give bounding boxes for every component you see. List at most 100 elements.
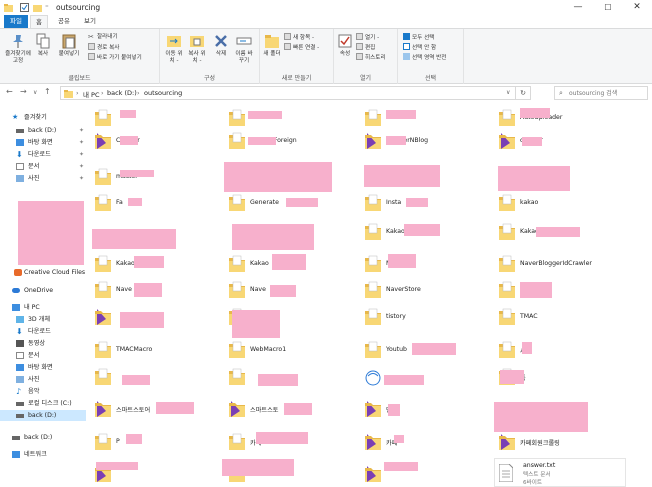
properties-icon[interactable]: [20, 3, 29, 12]
folder-item[interactable]: Insta: [364, 192, 494, 216]
minimize-button[interactable]: —: [563, 0, 593, 15]
folder-item[interactable]: TMACMacro: [94, 339, 224, 363]
nav-quick-desktop[interactable]: 바탕 화면 ✦: [0, 137, 86, 148]
file-name: answer.txt: [523, 462, 556, 469]
address-bar[interactable]: › 내 PC › back (D:) › outsourcing ∨: [60, 86, 516, 100]
tab-home[interactable]: 홈: [30, 15, 48, 28]
copy-to-button[interactable]: 복사 위치 -: [187, 33, 207, 65]
tab-view[interactable]: 보기: [80, 15, 100, 28]
search-box[interactable]: ⌕: [554, 86, 648, 100]
folder-item[interactable]: master: [94, 166, 224, 190]
nav-onedrive[interactable]: OneDrive: [0, 285, 86, 296]
tab-share[interactable]: 공유: [54, 15, 74, 28]
recent-locations-button[interactable]: ∨: [33, 89, 37, 96]
folder-item[interactable]: Macro: [364, 253, 494, 277]
invert-selection-button[interactable]: 선택 영역 반전: [403, 53, 446, 62]
tab-file[interactable]: 파일: [4, 15, 28, 28]
nav-documents[interactable]: 문서: [0, 350, 86, 361]
breadcrumb-outsourcing[interactable]: outsourcing: [144, 89, 182, 97]
open-button[interactable]: 열기 -: [356, 33, 379, 42]
properties-check-icon: [338, 34, 352, 48]
select-all-label: 모두 선택: [412, 35, 435, 41]
nav-network[interactable]: 네트워크: [0, 449, 86, 460]
folder-icon: [365, 434, 381, 450]
paste-shortcut-button[interactable]: 바로 가기 붙여넣기: [88, 53, 142, 62]
breadcrumb-back-drive[interactable]: back (D:): [107, 89, 137, 97]
move-to-button[interactable]: 이동 위치 -: [164, 33, 184, 65]
folder-icon: [229, 433, 245, 450]
rename-button[interactable]: 이름 바꾸기: [234, 33, 254, 65]
folder-item[interactable]: 시세: [498, 339, 628, 363]
folder-item[interactable]: Crawler: [94, 130, 224, 154]
nav-quick-pictures[interactable]: 사진 ✦: [0, 173, 86, 184]
folder-item[interactable]: NaverBloggerIdCrawler: [498, 253, 628, 277]
nav-local-disk-c[interactable]: 로컬 디스크 (C:): [0, 398, 86, 409]
paste-button[interactable]: 붙여넣기: [56, 33, 82, 58]
nav-videos[interactable]: 동영상: [0, 338, 86, 349]
up-button[interactable]: ↑: [44, 87, 51, 96]
folder-icon: [365, 370, 381, 386]
back-button[interactable]: ←: [6, 87, 13, 96]
nav-quick-back-drive[interactable]: back (D:) ✦: [0, 125, 86, 136]
quick-access-dropdown-icon[interactable]: ₌: [45, 1, 49, 10]
folder-item[interactable]: 민: [364, 398, 494, 422]
folder-item[interactable]: AutoUploader: [498, 107, 628, 131]
select-all-button[interactable]: 모두 선택: [403, 33, 434, 42]
folder-item[interactable]: tistory: [364, 306, 494, 330]
nav-creative-cloud[interactable]: Creative Cloud Files: [0, 267, 86, 278]
delete-button[interactable]: 삭제: [212, 33, 230, 58]
folder-icon: [365, 401, 381, 417]
nav-pictures[interactable]: 사진: [0, 374, 86, 385]
folder-item[interactable]: [94, 107, 224, 131]
nav-back-drive-selected[interactable]: back (D:): [0, 410, 86, 421]
new-folder-button[interactable]: 새 폴더: [263, 33, 281, 58]
nav-desktop[interactable]: 바탕 화면: [0, 362, 86, 373]
address-dropdown-icon[interactable]: ∨: [506, 89, 510, 96]
folder-item[interactable]: crawler: [498, 130, 628, 154]
folder-item[interactable]: Crawler2: [498, 279, 628, 303]
folder-icon: [95, 194, 111, 211]
nav-this-pc[interactable]: 내 PC: [0, 302, 86, 313]
nav-quick-downloads[interactable]: ⬇ 다운로드 ✦: [0, 149, 86, 160]
pin-icon: ✦: [78, 127, 84, 134]
history-button[interactable]: 히스토리: [356, 53, 386, 62]
folder-item[interactable]: kakao: [498, 192, 628, 216]
folder-item[interactable]: 카페회원크롤링: [498, 431, 628, 455]
nav-3d-objects[interactable]: 3D 개체: [0, 314, 86, 325]
new-folder-quick-icon[interactable]: [33, 3, 42, 12]
properties-button[interactable]: 속성: [337, 33, 353, 58]
nav-music[interactable]: ♪ 음악: [0, 386, 86, 397]
folder-item[interactable]: [94, 366, 224, 390]
copy-button[interactable]: 복사: [35, 33, 51, 58]
forward-button[interactable]: →: [20, 87, 27, 96]
folder-item[interactable]: WebMacro1: [228, 339, 358, 363]
cut-button[interactable]: ✂ 잘라내기: [88, 33, 118, 42]
nav-quick-access[interactable]: ★ 즐겨찾기: [0, 112, 86, 123]
easy-access-button[interactable]: 빠른 연결 -: [284, 43, 319, 52]
nav-back-drive[interactable]: back (D:): [0, 432, 86, 443]
folder-item[interactable]: Fa: [94, 192, 224, 216]
pin-quick-access-button[interactable]: 즐겨찾기에 고정: [4, 33, 32, 65]
select-none-button[interactable]: 선택 안 함: [403, 43, 436, 52]
folder-icon: [95, 133, 111, 149]
folder-item[interactable]: Macro: [364, 107, 494, 131]
nav-quick-documents[interactable]: 문서 ✦: [0, 161, 86, 172]
nav-downloads[interactable]: ⬇ 다운로드: [0, 326, 86, 337]
folder-item[interactable]: TMAC: [498, 306, 628, 330]
maximize-button[interactable]: ☐: [593, 0, 623, 15]
folder-item[interactable]: CrawlerNBlog: [364, 130, 494, 154]
copy-path-button[interactable]: 경로 복사: [88, 43, 119, 52]
folder-item[interactable]: NaverStore: [364, 279, 494, 303]
refresh-button[interactable]: ↻: [516, 86, 531, 100]
answer-txt-file[interactable]: answer.txt 텍스트 문서 6바이트: [494, 458, 626, 487]
pin-icon: ✦: [78, 151, 84, 158]
new-item-button[interactable]: 새 항목 -: [284, 33, 314, 42]
videos-icon: [16, 340, 24, 347]
close-button[interactable]: ✕: [622, 0, 652, 15]
redacted-block: [270, 285, 296, 297]
edit-button[interactable]: 편집: [356, 43, 375, 52]
folder-item[interactable]: 카페: [364, 431, 494, 455]
search-input[interactable]: [569, 89, 645, 98]
folder-item[interactable]: P: [94, 431, 224, 455]
breadcrumb-this-pc[interactable]: 내 PC: [83, 89, 100, 99]
